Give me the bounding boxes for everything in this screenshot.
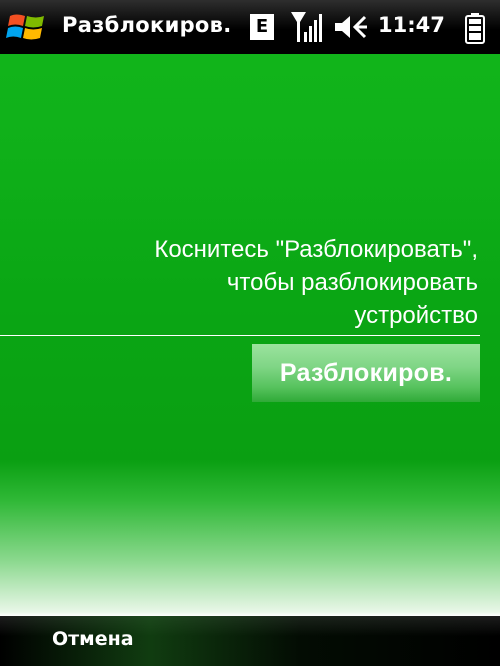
battery-icon[interactable] <box>463 12 487 44</box>
unlock-instructions: Коснитесь "Разблокировать", чтобы разбло… <box>154 233 478 332</box>
title-bar: Разблокиров. E 11:47 <box>0 0 500 54</box>
window-title: Разблокиров. <box>62 13 232 37</box>
lock-screen: Разблокиров. E 11:47 Коснитесь "Разблоки… <box>0 0 500 666</box>
message-line: устройство <box>354 302 478 329</box>
clock[interactable]: 11:47 <box>378 13 445 37</box>
softkey-bar: Отмена <box>0 616 500 666</box>
message-line: чтобы разблокировать <box>226 269 478 296</box>
divider <box>0 335 480 336</box>
message-line: Коснитесь "Разблокировать", <box>154 236 478 263</box>
network-type-badge: E <box>250 14 274 40</box>
unlock-button[interactable]: Разблокиров. <box>252 344 480 402</box>
cancel-softkey[interactable]: Отмена <box>52 628 134 650</box>
volume-icon[interactable] <box>333 13 369 41</box>
windows-start-icon[interactable] <box>6 8 48 46</box>
signal-icon[interactable] <box>290 10 322 44</box>
